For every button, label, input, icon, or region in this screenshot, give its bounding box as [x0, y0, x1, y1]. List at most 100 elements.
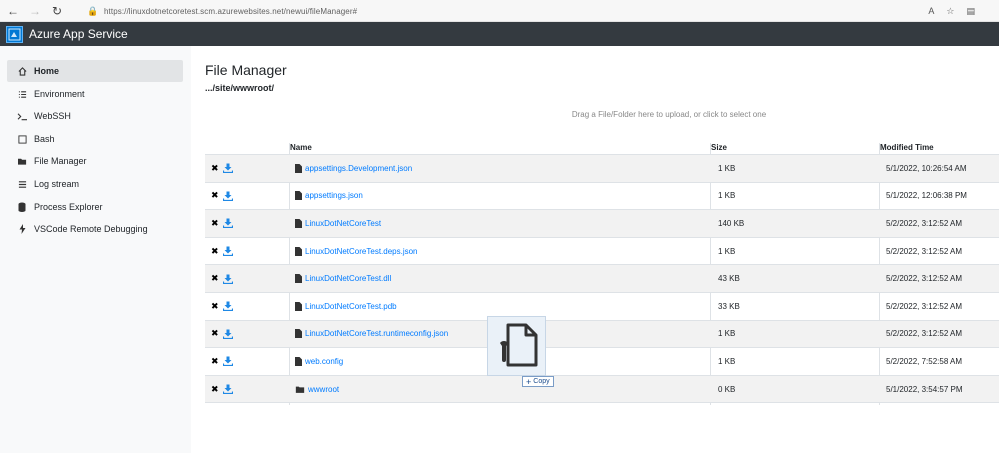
column-header-name[interactable]: Name	[290, 143, 312, 152]
download-icon[interactable]	[222, 163, 233, 174]
download-icon[interactable]	[222, 384, 233, 395]
delete-icon[interactable]: ✖	[211, 218, 219, 229]
delete-icon[interactable]: ✖	[211, 384, 219, 395]
column-header-size[interactable]: Size	[711, 143, 727, 152]
table-header: Name Size Modified Time	[205, 143, 999, 155]
name-cell: LinuxDotNetCoreTest.deps.json	[295, 238, 418, 265]
app-service-logo-icon	[6, 25, 23, 43]
read-aloud-icon[interactable]: A	[928, 6, 934, 16]
size-cell: 1 KB	[718, 163, 736, 173]
delete-icon[interactable]: ✖	[211, 328, 219, 339]
delete-icon[interactable]: ✖	[211, 163, 219, 174]
table-row: ✖ appsettings.json 1 KB 5/1/2022, 12:06:38 …	[205, 183, 999, 211]
breadcrumb: .../site/wwwroot/	[205, 83, 275, 93]
name-cell: LinuxDotNetCoreTest	[295, 210, 381, 237]
download-icon[interactable]	[222, 301, 233, 312]
file-link[interactable]: LinuxDotNetCoreTest.dll	[305, 274, 391, 283]
log-lines-icon	[15, 180, 29, 189]
sidebar-item-label: File Manager	[34, 156, 87, 166]
column-header-modified[interactable]: Modified Time	[880, 143, 934, 152]
download-icon[interactable]	[222, 274, 233, 284]
row-actions: ✖	[211, 155, 233, 182]
address-bar[interactable]: 🔒 https://linuxdotnetcoretest.scm.azurew…	[86, 3, 981, 19]
back-icon[interactable]: ←	[4, 2, 22, 20]
app-title[interactable]: Azure App Service	[29, 27, 128, 41]
plus-icon: +	[526, 376, 532, 387]
terminal-icon	[15, 112, 29, 121]
sidebar-item-process-explorer[interactable]: Process Explorer	[7, 196, 183, 218]
sidebar-item-file-manager[interactable]: File Manager	[7, 150, 183, 172]
table-row: ✖ LinuxDotNetCoreTest.deps.json 1 KB 5/2/20…	[205, 238, 999, 266]
file-icon	[295, 191, 305, 201]
download-icon[interactable]	[222, 191, 233, 201]
sidebar-item-home[interactable]: Home	[7, 60, 183, 82]
file-icon	[295, 218, 305, 228]
table-row: ✖ appsettings.Development.json 1 KB 5/1/202…	[205, 155, 999, 183]
delete-icon[interactable]: ✖	[211, 356, 219, 367]
file-icon	[295, 301, 305, 311]
file-link[interactable]: appsettings.json	[305, 191, 363, 200]
modified-cell: 5/1/2022, 3:54:57 PM	[886, 384, 963, 394]
table-row: ✖ LinuxDotNetCoreTest 140 KB 5/2/2022, 3:12…	[205, 210, 999, 238]
file-link[interactable]: appsettings.Development.json	[305, 164, 412, 173]
sidebar-item-environment[interactable]: Environment	[7, 83, 183, 105]
sidebar-item-label: Log stream	[34, 179, 80, 189]
copy-badge-label: Copy	[533, 378, 550, 385]
collections-icon[interactable]: ▤	[966, 6, 975, 17]
delete-icon[interactable]: ✖	[211, 246, 219, 257]
size-cell: 1 KB	[718, 246, 736, 256]
table-row: ✖ LinuxDotNetCoreTest.pdb 33 KB 5/2/2022, 3…	[205, 293, 999, 321]
name-cell: LinuxDotNetCoreTest.runtimeconfig.json	[295, 321, 448, 348]
sidebar: Home Environment WebSSH Bash File Manage…	[0, 46, 191, 453]
url-text: https://linuxdotnetcoretest.scm.azureweb…	[104, 6, 358, 16]
file-link[interactable]: wwwroot	[308, 385, 339, 394]
modified-cell: 5/2/2022, 3:12:52 AM	[886, 301, 963, 311]
upload-dropzone[interactable]: Drag a File/Folder here to upload, or cl…	[191, 110, 999, 119]
file-link[interactable]: LinuxDotNetCoreTest.pdb	[305, 302, 397, 311]
delete-icon[interactable]: ✖	[211, 301, 219, 312]
sidebar-item-label: Home	[34, 66, 60, 76]
file-icon	[295, 274, 305, 284]
delete-icon[interactable]: ✖	[211, 273, 219, 284]
bolt-icon	[15, 224, 29, 234]
list-icon	[15, 90, 29, 99]
delete-icon[interactable]: ✖	[211, 190, 219, 201]
sidebar-item-label: Bash	[34, 134, 55, 144]
download-icon[interactable]	[222, 218, 233, 229]
name-cell: appsettings.json	[295, 183, 363, 210]
sidebar-item-webssh[interactable]: WebSSH	[7, 105, 183, 127]
modified-cell: 5/2/2022, 3:12:52 AM	[886, 246, 963, 256]
table-row: ✖ wwwroot 0 KB 5/1/2022, 3:54:57 PM	[205, 375, 999, 404]
download-icon[interactable]	[222, 356, 233, 367]
sidebar-item-vscode-remote-debugging[interactable]: VSCode Remote Debugging	[7, 218, 183, 240]
file-link[interactable]: LinuxDotNetCoreTest.runtimeconfig.json	[305, 329, 448, 338]
size-cell: 43 KB	[718, 274, 740, 284]
modified-cell: 5/2/2022, 3:12:52 AM	[886, 329, 963, 339]
lock-icon: 🔒	[87, 5, 99, 16]
table-row: ✖ LinuxDotNetCoreTest.dll 43 KB 5/2/2022, 3…	[205, 265, 999, 293]
modified-cell: 5/2/2022, 7:52:58 AM	[886, 356, 963, 366]
file-icon	[295, 246, 305, 256]
forward-icon[interactable]: →	[26, 2, 44, 20]
database-icon	[15, 202, 29, 212]
modified-cell: 5/1/2022, 12:06:38 PM	[886, 191, 967, 201]
file-link[interactable]: LinuxDotNetCoreTest.deps.json	[305, 247, 418, 256]
sidebar-item-log-stream[interactable]: Log stream	[7, 173, 183, 195]
file-link[interactable]: LinuxDotNetCoreTest	[305, 219, 381, 228]
download-icon[interactable]	[222, 329, 233, 339]
file-link[interactable]: web.config	[305, 357, 343, 366]
table-row: ✖ web.config 1 KB 5/2/2022, 7:52:58 AM	[205, 348, 999, 376]
name-cell: appsettings.Development.json	[295, 155, 412, 182]
favorite-icon[interactable]: ☆	[946, 6, 954, 17]
download-icon[interactable]	[222, 246, 233, 257]
name-cell: LinuxDotNetCoreTest.pdb	[295, 293, 397, 320]
sidebar-item-bash[interactable]: Bash	[7, 128, 183, 150]
row-actions: ✖	[211, 265, 233, 292]
row-actions: ✖	[211, 348, 233, 375]
home-icon	[15, 66, 29, 76]
size-cell: 1 KB	[718, 191, 736, 201]
page-title: File Manager	[205, 62, 287, 78]
refresh-icon[interactable]: ↻	[48, 2, 66, 20]
row-actions: ✖	[211, 321, 233, 348]
file-icon	[295, 163, 305, 173]
